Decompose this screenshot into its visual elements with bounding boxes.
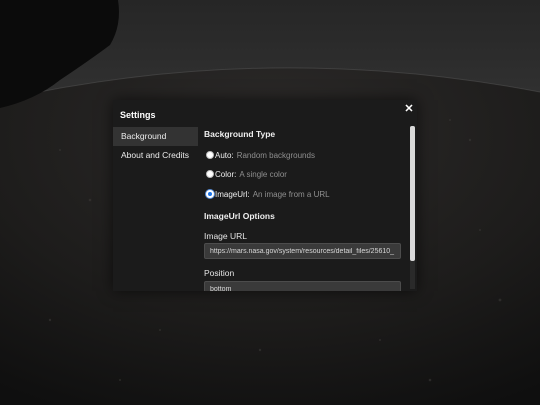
radio-option-imageurl[interactable]: ImageUrl: An image from a URL	[206, 188, 330, 200]
radio-label: ImageUrl:	[215, 189, 250, 199]
radio-description: Random backgrounds	[236, 150, 315, 160]
background-type-heading: Background Type	[204, 129, 276, 139]
radio-label: Color:	[215, 169, 237, 179]
imageurl-options-heading: ImageUrl Options	[204, 211, 275, 221]
radio-description: A single color	[239, 169, 287, 179]
sidebar-item-background[interactable]: Background	[113, 127, 198, 146]
radio-option-color[interactable]: Color: A single color	[206, 168, 287, 180]
radio-description: An image from a URL	[252, 189, 330, 199]
radio-button-selected[interactable]	[206, 190, 214, 198]
position-input[interactable]	[204, 281, 401, 291]
settings-dialog: Settings ✕ Background About and Credits …	[113, 100, 417, 291]
radio-button[interactable]	[206, 170, 214, 178]
close-icon[interactable]: ✕	[403, 102, 415, 116]
scrollbar-thumb[interactable]	[410, 126, 415, 261]
radio-option-auto[interactable]: Auto: Random backgrounds	[206, 149, 315, 161]
settings-sidebar: Background About and Credits	[113, 127, 198, 165]
radio-label: Auto:	[215, 150, 234, 160]
image-url-input[interactable]	[204, 243, 401, 259]
image-url-label: Image URL	[204, 231, 247, 241]
content-scrollbar[interactable]	[410, 126, 415, 289]
settings-content: Background Type Auto: Random backgrounds…	[198, 122, 409, 291]
position-label: Position	[204, 268, 235, 278]
radio-button[interactable]	[206, 151, 214, 159]
sidebar-item-about-and-credits[interactable]: About and Credits	[113, 146, 198, 165]
dialog-title: Settings	[120, 110, 156, 120]
